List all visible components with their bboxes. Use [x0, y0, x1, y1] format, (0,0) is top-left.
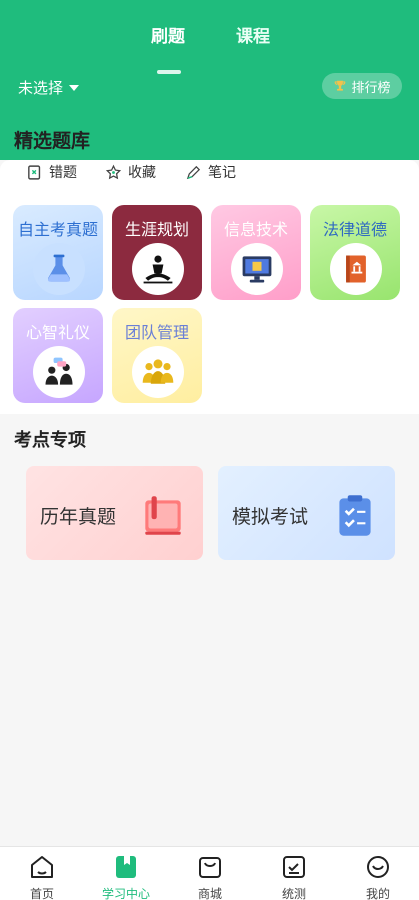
clipboard-check-icon — [339, 495, 371, 536]
nav-learning-center-label: 学习中心 — [101, 887, 150, 900]
top-tabs: 刷题 课程 — [0, 22, 419, 74]
nav-home[interactable]: 首页 — [0, 853, 84, 900]
mock-exam-card[interactable]: 模拟考试 — [218, 466, 395, 560]
card-team-management[interactable]: 团队管理 — [112, 308, 202, 403]
past-exams-label: 历年真题 — [40, 506, 117, 528]
wrong-questions-button[interactable]: 错题 — [26, 162, 77, 182]
card-information-technology[interactable]: 信息技术 — [211, 205, 301, 300]
card-self-exam[interactable]: 自主考真题 — [13, 205, 103, 300]
featured-section-title: 精选题库 — [14, 130, 91, 152]
notes-button[interactable]: 笔记 — [185, 162, 236, 182]
tab-courses[interactable]: 课程 — [236, 22, 270, 47]
nav-profile[interactable]: 我的 — [336, 853, 419, 900]
favorites-button[interactable]: 收藏 — [105, 162, 156, 182]
people-chat-icon — [33, 346, 85, 398]
team-icon — [132, 346, 184, 398]
wrong-questions-label: 错题 — [49, 165, 77, 181]
nav-store-label: 商城 — [197, 887, 222, 900]
shopping-bag-icon — [199, 857, 221, 878]
mock-exam-label: 模拟考试 — [232, 506, 309, 528]
card-label: 心智礼仪 — [25, 323, 90, 342]
top-header: 刷题 课程 未选择 排行榜 精选题库 — [0, 0, 419, 160]
active-tab-indicator — [157, 70, 181, 74]
tab-practice[interactable]: 刷题 — [151, 22, 185, 47]
card-label: 生涯规划 — [124, 220, 189, 239]
card-label: 自主考真题 — [17, 220, 98, 239]
leaderboard-button[interactable]: 排行榜 — [322, 73, 402, 99]
checklist-icon — [283, 856, 305, 878]
card-label: 团队管理 — [124, 323, 189, 342]
flask-icon — [33, 243, 85, 295]
card-etiquette[interactable]: 心智礼仪 — [13, 308, 103, 403]
caret-down-icon — [69, 84, 80, 91]
quick-actions: 错题 收藏 笔记 — [0, 160, 419, 188]
home-icon — [31, 856, 53, 878]
nav-unified-test[interactable]: 统测 — [252, 853, 336, 900]
card-label: 法律道德 — [322, 220, 387, 239]
card-law-ethics[interactable]: 法律道德 — [310, 205, 400, 300]
trophy-icon — [335, 80, 346, 91]
bookmark-book-icon — [116, 856, 136, 878]
nav-home-label: 首页 — [29, 887, 54, 900]
book-flag-icon — [145, 496, 181, 535]
smile-icon — [367, 856, 389, 878]
card-career-planning[interactable]: 生涯规划 — [112, 205, 202, 300]
monitor-icon — [231, 243, 283, 295]
nav-learning-center[interactable]: 学习中心 — [84, 853, 168, 900]
bottom-navigation: 首页 学习中心 商城 统测 我的 — [0, 846, 419, 900]
past-exams-card[interactable]: 历年真题 — [26, 466, 203, 560]
topics-section-title: 考点专项 — [14, 430, 86, 451]
leaderboard-label: 排行榜 — [351, 80, 391, 96]
nav-store[interactable]: 商城 — [168, 853, 252, 900]
notes-label: 笔记 — [208, 165, 236, 181]
law-book-icon — [330, 243, 382, 295]
wrong-book-icon — [28, 164, 41, 180]
nav-profile-label: 我的 — [365, 887, 390, 900]
meditation-icon — [132, 243, 184, 295]
star-icon — [105, 164, 122, 179]
favorites-label: 收藏 — [128, 165, 156, 181]
subject-selector[interactable]: 未选择 — [18, 77, 80, 98]
card-label: 信息技术 — [223, 220, 288, 239]
pen-icon — [186, 165, 201, 179]
subject-selector-label: 未选择 — [18, 79, 64, 97]
nav-unified-test-label: 统测 — [281, 887, 306, 900]
